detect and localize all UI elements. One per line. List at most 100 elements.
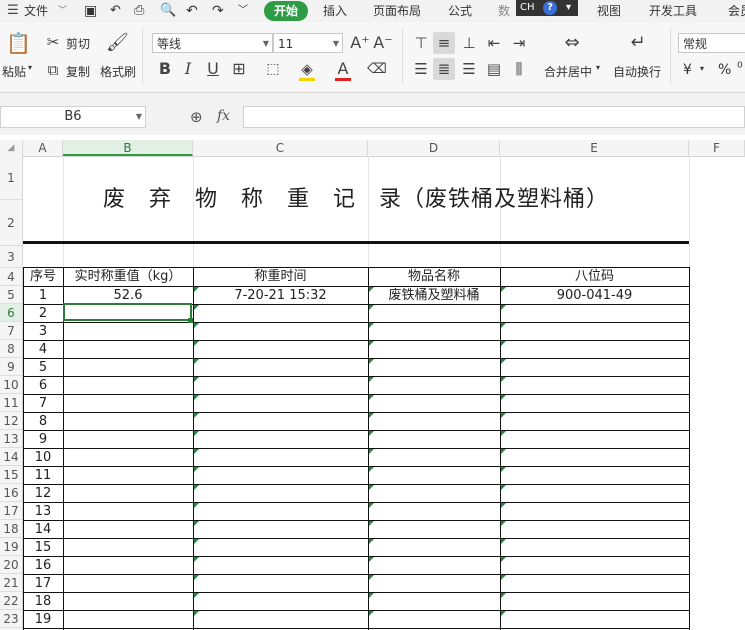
cell-marker: [369, 305, 374, 310]
cell-marker: [194, 431, 199, 436]
table-border-h: [23, 484, 689, 485]
table-border-h: [23, 322, 689, 323]
cell-marker: [501, 593, 506, 598]
cell-seq[interactable]: 10: [23, 449, 63, 467]
cell-marker: [369, 323, 374, 328]
table-border-h: [23, 358, 689, 359]
cell-marker: [194, 485, 199, 490]
cell-time[interactable]: 7-20-21 15:32: [193, 287, 368, 305]
cell-marker: [369, 449, 374, 454]
table-border-v: [23, 267, 24, 630]
table-border-h: [23, 556, 689, 557]
table-border-h: [23, 430, 689, 431]
cell-seq[interactable]: 9: [23, 431, 63, 449]
cell-marker: [194, 395, 199, 400]
table-border-h: [23, 574, 689, 575]
cell-seq[interactable]: 12: [23, 485, 63, 503]
cell-marker: [194, 503, 199, 508]
fill-handle[interactable]: [188, 318, 193, 323]
cell-marker: [194, 323, 199, 328]
cell-marker: [501, 485, 506, 490]
cell-marker: [369, 359, 374, 364]
table-border-h: [23, 592, 689, 593]
cell-marker: [369, 503, 374, 508]
cell-marker: [501, 467, 506, 472]
table-border-v: [63, 267, 64, 630]
cell-seq[interactable]: 3: [23, 323, 63, 341]
cell-seq[interactable]: 5: [23, 359, 63, 377]
cell-marker: [194, 449, 199, 454]
cell-marker: [194, 305, 199, 310]
cell-marker: [501, 377, 506, 382]
cell-marker: [194, 359, 199, 364]
table-border-h: [23, 520, 689, 521]
cell-marker: [194, 287, 199, 292]
cell-seq[interactable]: 4: [23, 341, 63, 359]
cell-marker: [194, 521, 199, 526]
table-border-h: [23, 394, 689, 395]
cell-marker: [369, 557, 374, 562]
table-border-h: [23, 502, 689, 503]
cell-marker: [501, 539, 506, 544]
cell-marker: [501, 341, 506, 346]
table-border-h: [23, 466, 689, 467]
cell-marker: [194, 341, 199, 346]
cell-marker: [501, 521, 506, 526]
cell-seq[interactable]: 19: [23, 611, 63, 629]
cell-seq[interactable]: 17: [23, 575, 63, 593]
cell-marker: [369, 611, 374, 616]
cell-seq[interactable]: 16: [23, 557, 63, 575]
cell-marker: [194, 557, 199, 562]
cell-seq[interactable]: 1: [23, 287, 63, 305]
cell-marker: [369, 341, 374, 346]
cell-marker: [369, 377, 374, 382]
header-item[interactable]: 物品名称: [368, 268, 500, 286]
cell-marker: [501, 431, 506, 436]
cell-seq[interactable]: 14: [23, 521, 63, 539]
cell-marker: [501, 395, 506, 400]
table-border-h: [23, 267, 689, 268]
cell-seq[interactable]: 7: [23, 395, 63, 413]
cell-marker: [194, 593, 199, 598]
cell-seq[interactable]: 18: [23, 593, 63, 611]
cell-code[interactable]: 900-041-49: [500, 287, 689, 305]
cell-seq[interactable]: 15: [23, 539, 63, 557]
cell-seq[interactable]: 13: [23, 503, 63, 521]
cell-marker: [369, 539, 374, 544]
table-border-h: [23, 628, 689, 629]
table-border-v: [689, 267, 690, 630]
table-border-h: [23, 412, 689, 413]
cell-marker: [501, 305, 506, 310]
table-border-h: [23, 376, 689, 377]
active-cell[interactable]: [63, 303, 192, 321]
header-code[interactable]: 八位码: [500, 268, 689, 286]
cell-seq[interactable]: 6: [23, 377, 63, 395]
cell-marker: [369, 467, 374, 472]
cell-seq[interactable]: 2: [23, 305, 63, 323]
cell-marker: [501, 557, 506, 562]
table-border-h: [23, 340, 689, 341]
cell-marker: [369, 485, 374, 490]
cell-item[interactable]: 废铁桶及塑料桶: [368, 287, 500, 305]
cell-marker: [369, 593, 374, 598]
table-border-h: [23, 610, 689, 611]
cell-marker: [501, 359, 506, 364]
cell-marker: [501, 575, 506, 580]
cell-marker: [369, 521, 374, 526]
cell-seq[interactable]: 8: [23, 413, 63, 431]
header-time[interactable]: 称重时间: [193, 268, 368, 286]
header-weight[interactable]: 实时称重值（kg）: [63, 268, 193, 286]
cell-marker: [501, 413, 506, 418]
cell-marker: [501, 449, 506, 454]
cell-marker: [369, 431, 374, 436]
cell-seq[interactable]: 11: [23, 467, 63, 485]
table-border-h: [23, 286, 689, 287]
cell-marker: [369, 287, 374, 292]
header-seq[interactable]: 序号: [23, 268, 63, 286]
cell-marker: [194, 575, 199, 580]
table-border-h: [23, 538, 689, 539]
table-border-h: [23, 448, 689, 449]
cell-marker: [501, 611, 506, 616]
cell-marker: [194, 467, 199, 472]
cell-marker: [501, 503, 506, 508]
